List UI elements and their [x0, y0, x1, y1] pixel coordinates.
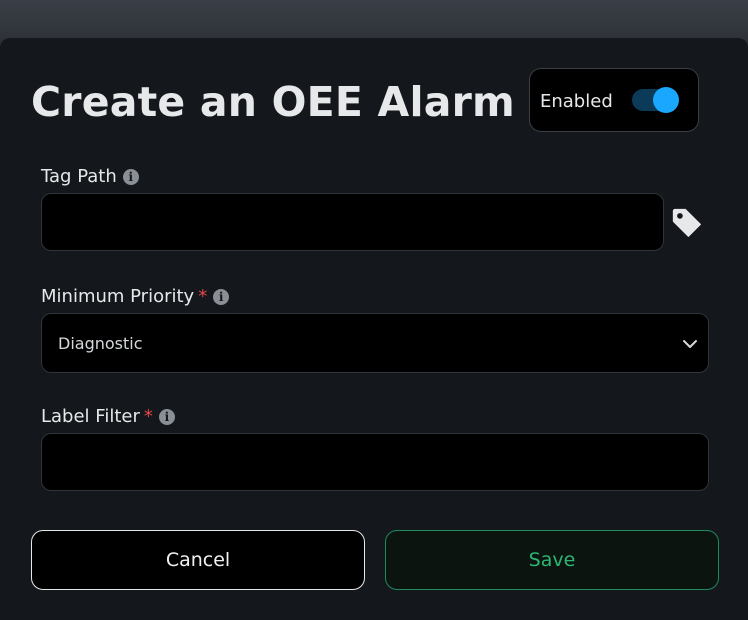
- create-alarm-dialog: Create an OEE Alarm Enabled Tag Path i Mi…: [0, 38, 748, 620]
- enabled-switch[interactable]: [632, 87, 679, 113]
- tag-icon[interactable]: [670, 206, 704, 240]
- cancel-button[interactable]: Cancel: [31, 530, 365, 590]
- enabled-label: Enabled: [540, 91, 613, 112]
- dialog-title: Create an OEE Alarm: [31, 78, 515, 126]
- chevron-down-icon: [683, 340, 697, 348]
- info-icon[interactable]: i: [122, 169, 139, 185]
- save-button[interactable]: Save: [385, 530, 719, 590]
- required-marker: *: [143, 406, 153, 427]
- top-bar: [0, 0, 748, 40]
- minimum-priority-label: Minimum Priority * i: [41, 286, 230, 307]
- enabled-toggle-container[interactable]: Enabled: [529, 68, 699, 132]
- info-icon[interactable]: i: [158, 409, 175, 425]
- label-filter-label: Label Filter * i: [41, 406, 175, 427]
- minimum-priority-label-text: Minimum Priority: [41, 286, 195, 307]
- tag-path-label: Tag Path i: [41, 166, 139, 187]
- minimum-priority-select[interactable]: Diagnostic: [41, 313, 709, 373]
- info-icon[interactable]: i: [213, 289, 230, 305]
- switch-knob[interactable]: [653, 87, 679, 113]
- label-filter-label-text: Label Filter: [41, 406, 140, 427]
- label-filter-input[interactable]: [41, 433, 709, 491]
- tag-path-input[interactable]: [41, 193, 664, 251]
- tag-path-label-text: Tag Path: [41, 166, 117, 187]
- required-marker: *: [198, 286, 208, 307]
- minimum-priority-value: Diagnostic: [58, 334, 143, 353]
